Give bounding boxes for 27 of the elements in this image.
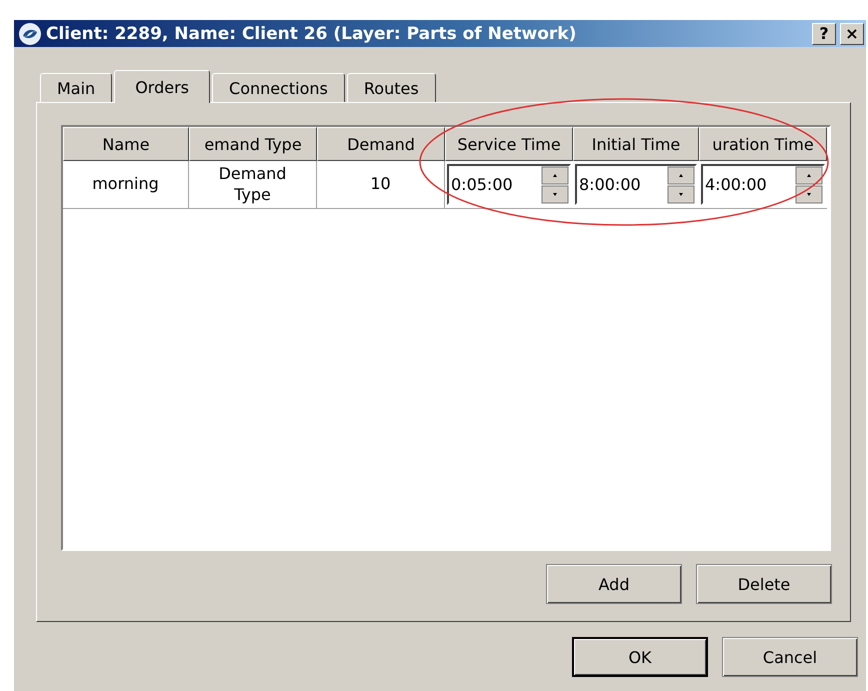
app-logo-icon (18, 22, 42, 46)
tab[interactable]: Routes (346, 73, 436, 102)
column-header[interactable]: emand Type (189, 127, 317, 161)
delete-button[interactable]: Delete (696, 564, 832, 604)
tab[interactable]: Main (40, 73, 112, 102)
column-header[interactable]: Name (63, 127, 189, 161)
help-button[interactable]: ? (812, 22, 836, 44)
table-cell: Demand Type (189, 161, 317, 209)
spin-arrows-icon[interactable] (795, 166, 823, 204)
spin-arrows-icon[interactable] (667, 166, 695, 204)
time-spin-field[interactable]: 0:05:00 (447, 164, 571, 205)
time-spin-field[interactable]: 4:00:00 (701, 164, 825, 205)
column-header[interactable]: Service Time (445, 127, 573, 161)
window-title: Client: 2289, Name: Client 26 (Layer: Parts of Network) (46, 24, 578, 44)
column-header[interactable]: Demand (317, 127, 445, 161)
tab[interactable]: Connections (212, 73, 345, 102)
time-spin-field[interactable]: 8:00:00 (575, 164, 697, 205)
column-header[interactable]: Initial Time (573, 127, 699, 161)
tab[interactable]: Orders (114, 70, 210, 103)
add-button[interactable]: Add (546, 564, 682, 604)
spin-arrows-icon[interactable] (541, 166, 569, 204)
column-header[interactable]: uration Time (699, 127, 827, 161)
cancel-button[interactable]: Cancel (722, 637, 858, 677)
table-cell: 10 (317, 161, 445, 209)
ok-button[interactable]: OK (572, 637, 708, 677)
table-cell: morning (63, 161, 189, 209)
close-button[interactable]: × (840, 22, 864, 44)
